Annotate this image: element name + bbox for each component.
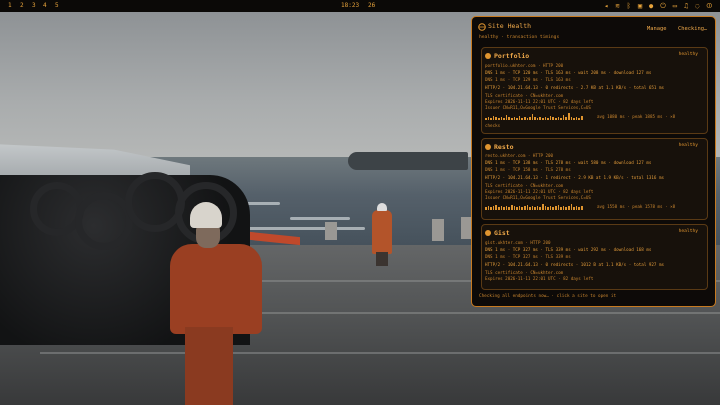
site-card-portfolio[interactable]: Portfolio healthy portfolio.ukhter.com ·… <box>481 47 708 134</box>
site-card-gist[interactable]: Gist healthy gist.ukhter.com · HTTP 200 … <box>481 224 708 290</box>
timing-line: DNS 1 ms · TCP 158 ms · TLS 278 ms <box>485 167 571 172</box>
transfer-line: HTTP/2 · 104.21.64.13 · 1 redirect · 2.9… <box>485 175 664 180</box>
site-url: gist.ukhter.com · HTTP 200 <box>485 240 551 245</box>
site-name: Resto <box>494 143 514 151</box>
distant-vessel <box>348 152 468 170</box>
deck-seam <box>40 352 720 354</box>
volume-icon[interactable]: ◂ <box>604 0 608 12</box>
timing-line: DNS 1 ms · TCP 327 ms · TLS 339 ms <box>485 254 571 259</box>
timing-line: DNS 1 ms · TCP 129 ms · TLS 163 ms <box>485 77 571 82</box>
workspace-3-button[interactable]: 3 <box>32 0 36 12</box>
lock-icon[interactable]: ▣ <box>638 0 642 12</box>
globe-icon[interactable]: ● <box>649 0 653 12</box>
battery-icon[interactable]: ▭ <box>673 0 677 12</box>
power-off-icon[interactable]: ⏼ <box>706 0 712 12</box>
calendar-date[interactable]: 26 <box>368 0 375 12</box>
wave-foam <box>290 217 350 220</box>
manage-button[interactable]: Manage <box>647 26 666 32</box>
bluetooth-icon[interactable]: ᛒ <box>627 0 631 12</box>
globe-icon <box>485 144 491 150</box>
globe-icon <box>485 230 491 236</box>
expiry-line: Expires 2026-11-11 22:01 UTC · 82 days l… <box>485 99 594 104</box>
transfer-line: HTTP/2 · 104.21.64.13 · 0 redirects · 2.… <box>485 85 664 90</box>
timing-line: DNS 1 ms · TCP 138 ms · TLS 278 ms · wai… <box>485 160 652 165</box>
panel-title: Site Health <box>488 22 532 30</box>
power-icon[interactable]: ⏻ <box>660 0 666 12</box>
panel-subtitle: healthy · transaction timings <box>479 35 560 40</box>
tls-line: TLS certificate · CN=ukhter.com <box>485 183 564 188</box>
tls-line: TLS certificate · CN=ukhter.com <box>485 93 564 98</box>
workspace-5-button[interactable]: 5 <box>55 0 59 12</box>
site-name: Gist <box>494 229 510 237</box>
issuer-line: Issuer CN=R11,O=Google Trust Services,C=… <box>485 195 591 200</box>
workspace-2-button[interactable]: 2 <box>20 0 24 12</box>
workspace-4-button[interactable]: 4 <box>43 0 47 12</box>
globe-icon <box>485 53 491 59</box>
latency-sparkline <box>485 202 585 210</box>
issuer-line: Issuer CN=R11,O=Google Trust Services,C=… <box>485 105 591 110</box>
site-name: Portfolio <box>494 52 530 60</box>
latency-summary: avg 1080 ms · peak 1885 ms · ×8 <box>597 114 676 119</box>
status-badge: healthy <box>678 229 698 234</box>
clock[interactable]: 18:23 <box>341 0 359 12</box>
expiry-line: Expires 2026-11-11 22:01 UTC · 82 days l… <box>485 189 594 194</box>
top-bar: 1 2 3 4 5 18:23 26 ◂ ≋ ᛒ ▣ ● ⏻ ▭ ♫ ◌ ⏼ <box>0 0 720 12</box>
checks-label: checks <box>485 123 501 128</box>
site-card-resto[interactable]: Resto healthy resto.ukhter.com · HTTP 20… <box>481 138 708 220</box>
chat-icon[interactable]: ◌ <box>695 0 699 12</box>
deck-post <box>325 222 337 240</box>
expiry-line: Expires 2026-11-11 22:01 UTC · 82 days l… <box>485 276 594 281</box>
site-url: resto.ukhter.com · HTTP 200 <box>485 153 554 158</box>
tls-line: TLS certificate · CN=ukhter.com <box>485 270 564 275</box>
timing-line: DNS 1 ms · TCP 327 ms · TLS 339 ms · wai… <box>485 247 652 252</box>
latency-summary: avg 1558 ms · peak 1578 ms · ×8 <box>597 204 676 209</box>
transfer-line: HTTP/2 · 104.21.64.13 · 0 redirects · 10… <box>485 262 664 267</box>
site-health-panel: Site Health healthy · transaction timing… <box>471 16 716 307</box>
wifi-icon[interactable]: ≋ <box>615 0 619 12</box>
checking-button[interactable]: Checking… <box>678 26 707 32</box>
latency-sparkline <box>485 112 585 120</box>
workspace-1-button[interactable]: 1 <box>8 0 12 12</box>
system-tray: ◂ ≋ ᛒ ▣ ● ⏻ ▭ ♫ ◌ ⏼ <box>604 0 712 12</box>
status-badge: healthy <box>678 52 698 57</box>
deck-post <box>432 219 444 241</box>
panel-footer: Checking all endpoints now… · click a si… <box>479 294 617 299</box>
wave-foam <box>245 227 365 230</box>
timing-line: DNS 1 ms · TCP 120 ms · TLS 163 ms · wai… <box>485 70 652 75</box>
globe-icon <box>478 23 486 31</box>
site-url: portfolio.ukhter.com · HTTP 200 <box>485 63 564 68</box>
status-badge: healthy <box>678 143 698 148</box>
headphones-icon[interactable]: ♫ <box>684 0 688 12</box>
